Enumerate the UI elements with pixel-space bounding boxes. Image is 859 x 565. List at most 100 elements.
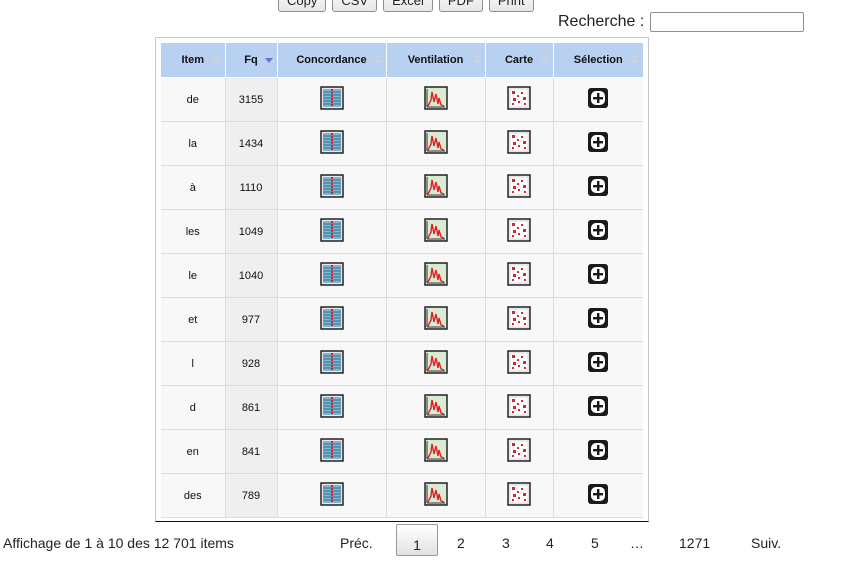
sort-icon (373, 53, 382, 67)
page-button[interactable]: 3 (502, 535, 510, 551)
ventilation-graph-icon[interactable] (423, 306, 448, 333)
cell-item: la (161, 121, 226, 166)
sort-icon (631, 53, 639, 67)
add-selection-icon[interactable] (586, 130, 610, 157)
frequency-table: Item Fq Concordance Ventilation Carte Sé… (161, 43, 643, 518)
concordance-icon[interactable] (319, 262, 344, 289)
print-button[interactable]: Print (488, 0, 534, 12)
page-button[interactable]: 2 (457, 535, 465, 551)
column-header-concordance[interactable]: Concordance (277, 43, 387, 78)
cell-ventilation (386, 429, 486, 474)
map-icon[interactable] (507, 218, 531, 245)
map-icon[interactable] (507, 394, 531, 421)
map-icon[interactable] (507, 350, 531, 377)
add-selection-icon[interactable] (586, 86, 610, 113)
add-selection-icon[interactable] (586, 394, 610, 421)
page-button[interactable]: 5 (591, 535, 599, 551)
concordance-icon[interactable] (319, 482, 344, 509)
cell-ventilation (386, 253, 486, 298)
cell-carte (485, 385, 554, 430)
map-icon[interactable] (507, 86, 531, 113)
csv-button[interactable]: CSV (332, 0, 378, 12)
cell-item: le (161, 253, 226, 298)
column-header-carte[interactable]: Carte (485, 43, 554, 78)
cell-fq: 1434 (225, 121, 278, 166)
table-row: des 789 (161, 473, 643, 518)
ventilation-graph-icon[interactable] (423, 130, 448, 157)
add-selection-icon[interactable] (586, 350, 610, 377)
map-icon[interactable] (507, 482, 531, 509)
column-header-label: Ventilation (407, 54, 464, 66)
cell-item: l (161, 341, 226, 386)
cell-concordance (277, 473, 387, 518)
ventilation-graph-icon[interactable] (423, 174, 448, 201)
add-selection-icon[interactable] (586, 262, 610, 289)
concordance-icon[interactable] (319, 394, 344, 421)
add-selection-icon[interactable] (586, 438, 610, 465)
table-info: Affichage de 1 à 10 des 12 701 items (3, 535, 234, 551)
column-header-label: Concordance (296, 54, 367, 66)
sort-icon (472, 53, 481, 67)
cell-ventilation (386, 473, 486, 518)
cell-carte (485, 77, 554, 122)
concordance-icon[interactable] (319, 218, 344, 245)
cell-item: en (161, 429, 226, 474)
search-input[interactable] (650, 12, 805, 32)
add-selection-icon[interactable] (586, 174, 610, 201)
concordance-icon[interactable] (319, 130, 344, 157)
cell-concordance (277, 209, 387, 254)
next-page-button[interactable]: Suiv. (751, 535, 781, 551)
concordance-icon[interactable] (319, 86, 344, 113)
cell-carte (485, 429, 554, 474)
map-icon[interactable] (507, 174, 531, 201)
copy-button[interactable]: Copy (278, 0, 327, 12)
cell-carte (485, 473, 554, 518)
cell-item: les (161, 209, 226, 254)
table-container: Item Fq Concordance Ventilation Carte Sé… (155, 37, 649, 522)
ventilation-graph-icon[interactable] (423, 86, 448, 113)
cell-selection (553, 429, 643, 474)
map-icon[interactable] (507, 130, 531, 157)
excel-button[interactable]: Excel (383, 0, 433, 12)
table-row: d 861 (161, 385, 643, 430)
column-header-selection[interactable]: Sélection (553, 43, 643, 78)
table-row: de 3155 (161, 77, 643, 122)
column-header-item[interactable]: Item (161, 43, 226, 78)
previous-page-button[interactable]: Préc. (340, 535, 373, 551)
column-header-ventilation[interactable]: Ventilation (386, 43, 486, 78)
sort-icon (540, 53, 549, 67)
cell-carte (485, 165, 554, 210)
ventilation-graph-icon[interactable] (423, 482, 448, 509)
page-button[interactable]: 4 (546, 535, 554, 551)
concordance-icon[interactable] (319, 438, 344, 465)
cell-concordance (277, 121, 387, 166)
cell-concordance (277, 385, 387, 430)
page-button-last[interactable]: 1271 (679, 535, 710, 551)
cell-ventilation (386, 297, 486, 342)
concordance-icon[interactable] (319, 350, 344, 377)
ventilation-graph-icon[interactable] (423, 218, 448, 245)
map-icon[interactable] (507, 306, 531, 333)
add-selection-icon[interactable] (586, 218, 610, 245)
cell-fq: 861 (225, 385, 278, 430)
map-icon[interactable] (507, 262, 531, 289)
cell-ventilation (386, 165, 486, 210)
map-icon[interactable] (507, 438, 531, 465)
page-button-current[interactable]: 1 (396, 524, 438, 556)
column-header-label: Item (181, 54, 205, 66)
add-selection-icon[interactable] (586, 482, 610, 509)
concordance-icon[interactable] (319, 306, 344, 333)
concordance-icon[interactable] (319, 174, 344, 201)
cell-concordance (277, 77, 387, 122)
cell-fq: 1049 (225, 209, 278, 254)
pdf-button[interactable]: PDF (438, 0, 483, 12)
column-header-fq[interactable]: Fq (225, 43, 278, 78)
add-selection-icon[interactable] (586, 306, 610, 333)
ventilation-graph-icon[interactable] (423, 350, 448, 377)
cell-fq: 1110 (225, 165, 278, 210)
table-row: à 1110 (161, 165, 643, 210)
cell-fq: 977 (225, 297, 278, 342)
ventilation-graph-icon[interactable] (423, 394, 448, 421)
ventilation-graph-icon[interactable] (423, 438, 448, 465)
ventilation-graph-icon[interactable] (423, 262, 448, 289)
